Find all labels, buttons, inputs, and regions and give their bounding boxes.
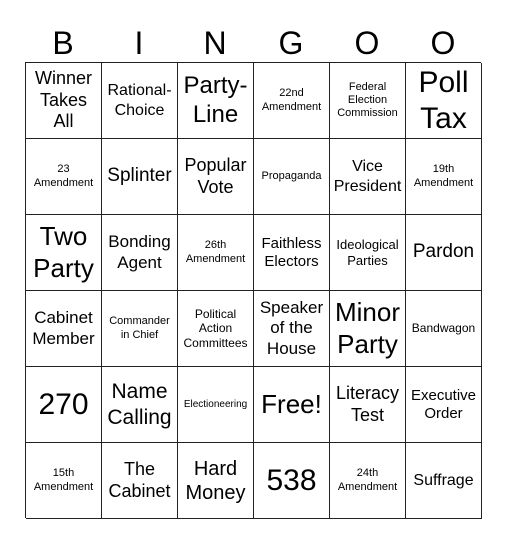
bingo-cell[interactable]: Federal Election Commission — [330, 63, 406, 139]
bingo-cell[interactable]: Bonding Agent — [102, 215, 178, 291]
bingo-cell[interactable]: 26th Amendment — [178, 215, 254, 291]
bingo-cell[interactable]: Pardon — [406, 215, 482, 291]
bingo-header: B I N G O O — [25, 24, 481, 62]
bingo-cell[interactable]: Commander in Chief — [102, 291, 178, 367]
bingo-cell[interactable]: 24th Amendment — [330, 443, 406, 519]
bingo-cell[interactable]: Popular Vote — [178, 139, 254, 215]
bingo-cell[interactable]: Winner Takes All — [26, 63, 102, 139]
bingo-cell[interactable]: Political Action Committees — [178, 291, 254, 367]
bingo-cell[interactable]: Name Calling — [102, 367, 178, 443]
bingo-cell[interactable]: 19th Amendment — [406, 139, 482, 215]
bingo-cell[interactable]: 270 — [26, 367, 102, 443]
header-letter: O — [354, 25, 380, 61]
bingo-cell[interactable]: Executive Order — [406, 367, 482, 443]
bingo-cell[interactable]: Bandwagon — [406, 291, 482, 367]
bingo-cell[interactable]: Speaker of the House — [254, 291, 330, 367]
bingo-cell[interactable]: 23 Amendment — [26, 139, 102, 215]
bingo-cell[interactable]: Electioneering — [178, 367, 254, 443]
header-letter: I — [134, 25, 144, 61]
bingo-grid: Winner Takes All Rational-Choice Party-Lin… — [25, 62, 482, 519]
bingo-cell[interactable]: The Cabinet — [102, 443, 178, 519]
bingo-cell[interactable]: 15th Amendment — [26, 443, 102, 519]
bingo-cell[interactable]: 538 — [254, 443, 330, 519]
header-letter: B — [52, 25, 74, 61]
bingo-cell[interactable]: Splinter — [102, 139, 178, 215]
bingo-cell[interactable]: Cabinet Member — [26, 291, 102, 367]
bingo-cell[interactable]: Minor Party — [330, 291, 406, 367]
bingo-cell[interactable]: Two Party — [26, 215, 102, 291]
bingo-cell[interactable]: Literacy Test — [330, 367, 406, 443]
bingo-cell[interactable]: Faithless Electors — [254, 215, 330, 291]
header-letter: N — [203, 25, 227, 61]
bingo-cell[interactable]: Free! — [254, 367, 330, 443]
header-letter: O — [430, 25, 456, 61]
header-letter: G — [278, 25, 304, 61]
bingo-cell[interactable]: Party-Line — [178, 63, 254, 139]
bingo-cell[interactable]: Poll Tax — [406, 63, 482, 139]
bingo-cell[interactable]: Vice President — [330, 139, 406, 215]
bingo-cell[interactable]: Hard Money — [178, 443, 254, 519]
bingo-cell[interactable]: Ideological Parties — [330, 215, 406, 291]
bingo-cell[interactable]: 22nd Amendment — [254, 63, 330, 139]
bingo-cell[interactable]: Propaganda — [254, 139, 330, 215]
bingo-cell[interactable]: Rational-Choice — [102, 63, 178, 139]
bingo-cell[interactable]: Suffrage — [406, 443, 482, 519]
